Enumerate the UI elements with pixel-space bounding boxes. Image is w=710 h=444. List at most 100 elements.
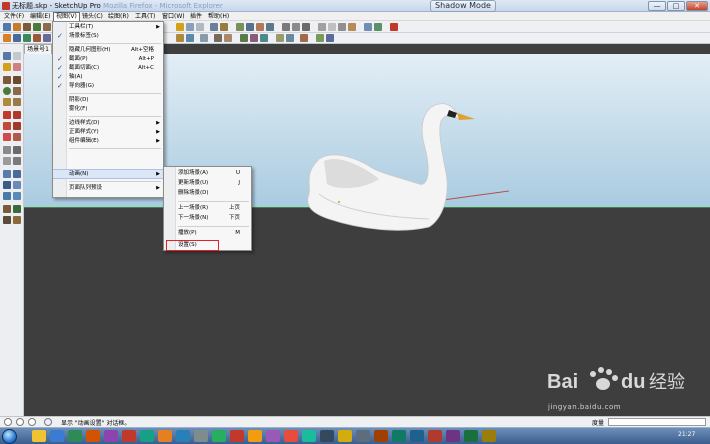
view-menu-shadows[interactable]: 阴影(D) <box>53 96 163 105</box>
menu-plugins[interactable]: 插件 <box>188 12 204 21</box>
dimension-tool-icon[interactable] <box>13 146 21 154</box>
menu-draw[interactable]: 绘图(R) <box>106 12 131 21</box>
pan-icon[interactable] <box>246 23 254 31</box>
ruby-icon[interactable] <box>390 23 398 31</box>
protractor-icon[interactable] <box>260 34 268 42</box>
protractor-tool-icon[interactable] <box>3 157 11 165</box>
pencil-icon[interactable] <box>13 23 21 31</box>
ie-icon[interactable] <box>50 430 64 442</box>
look-around-tool-icon[interactable] <box>13 205 21 213</box>
maximize-button[interactable]: □ <box>667 1 685 11</box>
section-tool-icon[interactable] <box>13 216 21 224</box>
orbit-icon[interactable] <box>236 23 244 31</box>
view-menu-component-edit[interactable]: 组件编辑(E) ▶ <box>53 137 163 146</box>
offset-icon[interactable] <box>43 34 51 42</box>
walk-tool-icon[interactable] <box>3 216 11 224</box>
style-xray-icon[interactable] <box>318 23 326 31</box>
menu-tools[interactable]: 工具(T) <box>133 12 157 21</box>
zoom-window-tool-icon[interactable] <box>13 181 21 189</box>
zoom-icon[interactable] <box>256 23 264 31</box>
menu-camera[interactable]: 镜头(C) <box>80 12 105 21</box>
app-icon-23[interactable] <box>428 430 442 442</box>
app-icon-18[interactable] <box>338 430 352 442</box>
app-icon-8[interactable] <box>158 430 172 442</box>
circle-tool-icon[interactable] <box>3 87 11 95</box>
position-camera-icon[interactable] <box>200 34 208 42</box>
help-icon[interactable] <box>44 418 52 426</box>
user-icon[interactable] <box>28 418 36 426</box>
app-icon-7[interactable] <box>140 430 154 442</box>
menu-edit[interactable]: 编辑(E) <box>28 12 52 21</box>
group-icon[interactable] <box>13 34 21 42</box>
app-icon-16[interactable] <box>302 430 316 442</box>
view-menu-fog[interactable]: 雾化(F) <box>53 105 163 114</box>
fog-icon[interactable] <box>286 34 294 42</box>
3d-text-icon[interactable] <box>250 34 258 42</box>
follow-me-icon[interactable] <box>33 34 41 42</box>
paint-bucket-icon[interactable] <box>3 63 11 71</box>
app-icon-6[interactable] <box>122 430 136 442</box>
menu-help[interactable]: 帮助(H) <box>206 12 231 21</box>
shadow-settings-icon[interactable] <box>276 34 284 42</box>
minimize-button[interactable]: — <box>648 1 666 11</box>
credits-icon[interactable] <box>16 418 24 426</box>
rect-tool-icon[interactable] <box>3 76 11 84</box>
text-tool-icon[interactable] <box>13 157 21 165</box>
app-icon-10[interactable] <box>194 430 208 442</box>
freehand-tool-icon[interactable] <box>13 98 21 106</box>
section-icon[interactable] <box>374 23 382 31</box>
sandbox-icon[interactable] <box>23 34 31 42</box>
view-menu-scene-tabs[interactable]: ✓ 场景标签(S) <box>53 32 163 41</box>
app-icon-17[interactable] <box>320 430 334 442</box>
menu-file[interactable]: 文件(F) <box>2 12 26 21</box>
anim-play[interactable]: 播放(P) M <box>164 229 251 238</box>
line-tool-icon[interactable] <box>13 76 21 84</box>
rotate-tool-icon[interactable] <box>3 122 11 130</box>
anim-update-scene[interactable]: 更新场景(U) J <box>164 179 251 188</box>
view-menu-guides[interactable]: ✓ 导向器(G) <box>53 82 163 91</box>
measurements-input[interactable] <box>608 418 706 426</box>
app-icon-20[interactable] <box>374 430 388 442</box>
circle-icon[interactable] <box>33 23 41 31</box>
app-icon-11[interactable] <box>212 430 226 442</box>
app-icon-21[interactable] <box>392 430 406 442</box>
media-icon[interactable] <box>68 430 82 442</box>
style-textured-icon[interactable] <box>348 23 356 31</box>
app-icon-12[interactable] <box>230 430 244 442</box>
eraser-tool-icon[interactable] <box>13 63 21 71</box>
close-button[interactable]: ✕ <box>686 1 708 11</box>
style-wire-icon[interactable] <box>328 23 336 31</box>
app-icon-26[interactable] <box>482 430 496 442</box>
view-menu-face-style[interactable]: 正面样式(Y) ▶ <box>53 128 163 137</box>
arc-icon[interactable] <box>43 23 51 31</box>
sketchup-taskbar-icon[interactable] <box>284 430 298 442</box>
app-icon-13[interactable] <box>248 430 262 442</box>
component-icon[interactable] <box>3 34 11 42</box>
firefox-icon[interactable] <box>86 430 100 442</box>
zoom-extents-icon[interactable] <box>266 23 274 31</box>
app-icon-5[interactable] <box>104 430 118 442</box>
select-icon[interactable] <box>3 23 11 31</box>
app-icon-25[interactable] <box>464 430 478 442</box>
app-icon-19[interactable] <box>356 430 370 442</box>
start-button[interactable] <box>2 429 17 444</box>
app-icon-24[interactable] <box>446 430 460 442</box>
scale-tool-icon[interactable] <box>3 133 11 141</box>
move-icon[interactable] <box>220 23 228 31</box>
anim-next-scene[interactable]: 下一场景(N) 下页 <box>164 214 251 223</box>
dimension-icon[interactable] <box>214 34 222 42</box>
warehouse-icon[interactable] <box>326 34 334 42</box>
text-icon[interactable] <box>224 34 232 42</box>
zoom-tool-icon[interactable] <box>3 181 11 189</box>
view-menu-section-cuts[interactable]: ✓ 截面切面(C) Alt+C <box>53 64 163 73</box>
view-menu-animation[interactable]: 动画(N) ▶ <box>53 169 163 179</box>
view-top-icon[interactable] <box>292 23 300 31</box>
eraser-icon[interactable] <box>186 23 194 31</box>
arc-tool-icon[interactable] <box>13 87 21 95</box>
orbit-tool-icon[interactable] <box>3 170 11 178</box>
view-menu-toolbars[interactable]: 工具栏(T) ▶ <box>53 23 163 32</box>
view-menu-sections[interactable]: ✓ 截面(P) Alt+P <box>53 55 163 64</box>
walk-icon[interactable] <box>176 34 184 42</box>
anim-previous-scene[interactable]: 上一场景(R) 上页 <box>164 204 251 213</box>
zoom-extents-tool-icon[interactable] <box>13 192 21 200</box>
